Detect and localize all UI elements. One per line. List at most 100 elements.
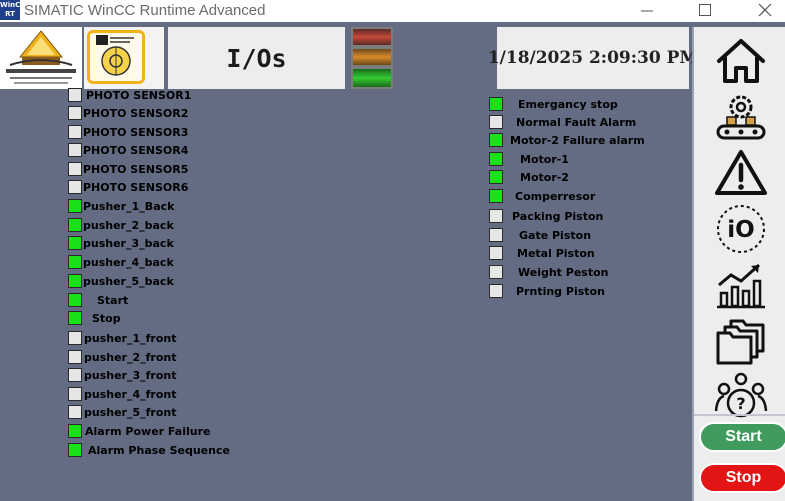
tower-light-green	[353, 69, 391, 87]
io-status-indicator	[489, 246, 503, 260]
io-item: pusher_3_front	[68, 367, 176, 383]
io-status-indicator	[68, 405, 82, 419]
io-label: Gate Piston	[519, 228, 592, 242]
io-item: Start	[68, 292, 128, 308]
io-status-indicator	[489, 133, 503, 147]
io-label: Emergancy stop	[518, 97, 618, 111]
stop-button[interactable]: Stop	[699, 463, 785, 493]
io-label: PHOTO SENSOR4	[83, 143, 189, 157]
io-item: Motor-1	[489, 151, 569, 167]
io-label: Stop	[92, 311, 121, 325]
io-status-indicator	[489, 152, 503, 166]
io-status-indicator	[68, 443, 82, 457]
io-label: pusher_3_back	[83, 236, 174, 250]
home-button[interactable]	[710, 33, 772, 89]
production-button[interactable]	[710, 89, 772, 145]
io-item: Pusher_1_Back	[68, 198, 174, 214]
io-item: pusher_2_back	[68, 217, 174, 233]
io-label: Metal Piston	[517, 246, 595, 260]
io-item: Alarm Power Failure	[68, 423, 210, 439]
minimize-icon	[641, 10, 653, 12]
io-label: PHOTO SENSOR1	[86, 88, 192, 102]
io-label: Packing Piston	[512, 209, 604, 223]
io-label: Normal Fault Alarm	[516, 115, 637, 129]
close-icon	[758, 3, 772, 17]
io-label: PHOTO SENSOR6	[83, 180, 189, 194]
io-status-indicator	[68, 199, 82, 213]
window-title: SIMATIC WinCC Runtime Advanced	[24, 2, 266, 19]
io-status-indicator	[68, 368, 82, 382]
io-item: PHOTO SENSOR5	[68, 161, 188, 177]
io-icon-text: iO	[727, 217, 754, 243]
io-icon: iO	[717, 205, 765, 253]
window-title-bar: WinCC RT SIMATIC WinCC Runtime Advanced	[0, 0, 785, 22]
screen-title: I/Os	[168, 27, 345, 89]
io-status-indicator	[68, 293, 82, 307]
io-label: PHOTO SENSOR5	[83, 162, 189, 176]
io-item: PHOTO SENSOR1	[68, 87, 191, 103]
io-item: Alarm Phase Sequence	[68, 442, 230, 458]
hmi-header: I/Os 1/18/2025 2:09:30 PM	[0, 27, 698, 89]
io-status-indicator	[68, 88, 82, 102]
io-status-indicator	[68, 125, 82, 139]
department-logo	[84, 27, 164, 89]
io-item: Gate Piston	[489, 227, 591, 243]
help-button[interactable]: ?	[710, 369, 772, 425]
io-status-indicator	[68, 387, 82, 401]
io-item: PHOTO SENSOR4	[68, 142, 188, 158]
close-button[interactable]	[745, 0, 785, 20]
files-button[interactable]	[710, 313, 772, 369]
io-label: pusher_3_front	[84, 368, 177, 382]
io-status-indicator	[68, 106, 82, 120]
io-status-indicator	[489, 284, 503, 298]
folders-icon	[716, 319, 765, 365]
io-item: Comperresor	[489, 188, 595, 204]
datetime-display: 1/18/2025 2:09:30 PM	[488, 27, 698, 89]
io-item: pusher_2_front	[68, 349, 176, 365]
io-item: Emergancy stop	[489, 96, 618, 112]
io-item: Normal Fault Alarm	[489, 114, 636, 130]
hmi-screen: I/Os 1/18/2025 2:09:30 PM PHOTO SENSOR1 P…	[0, 22, 785, 501]
io-label: Prnting Piston	[516, 284, 605, 298]
university-logo	[0, 27, 82, 89]
io-status-indicator	[489, 170, 503, 184]
trend-chart-icon	[717, 263, 765, 309]
io-label: Comperresor	[515, 189, 596, 203]
maximize-button[interactable]	[685, 0, 725, 20]
trends-button[interactable]	[710, 257, 772, 313]
app-logo-text: WinCC RT	[0, 1, 26, 18]
wincc-app-logo: WinCC RT	[0, 0, 25, 20]
io-item: PHOTO SENSOR3	[68, 124, 188, 140]
io-label: pusher_4_back	[83, 255, 174, 269]
io-status-indicator	[68, 424, 82, 438]
io-label: Motor-2	[520, 170, 569, 184]
io-label: Pusher_1_Back	[83, 199, 175, 213]
io-label: pusher_5_back	[83, 274, 174, 288]
alarm-warning-icon	[715, 150, 767, 195]
minimize-button[interactable]	[627, 0, 667, 20]
start-button[interactable]: Start	[699, 422, 785, 452]
io-status-indicator	[489, 115, 503, 129]
io-label: Alarm Power Failure	[85, 424, 211, 438]
alarms-button[interactable]	[710, 145, 772, 201]
stack-light-tower	[351, 27, 393, 89]
io-button[interactable]: iO	[710, 201, 772, 257]
io-label: PHOTO SENSOR2	[83, 106, 189, 120]
io-status-indicator	[68, 236, 82, 250]
io-item: pusher_5_back	[68, 273, 174, 289]
io-status-indicator	[68, 218, 82, 232]
io-item: PHOTO SENSOR2	[68, 105, 188, 121]
io-item: Packing Piston	[489, 208, 603, 224]
io-item: Weight Peston	[489, 264, 608, 280]
io-label: Weight Peston	[518, 265, 609, 279]
io-item: pusher_3_back	[68, 235, 174, 251]
io-status-indicator	[68, 331, 82, 345]
io-status-indicator	[489, 209, 503, 223]
io-item: PHOTO SENSOR6	[68, 179, 188, 195]
io-status-indicator	[68, 274, 82, 288]
svg-text:?: ?	[736, 394, 745, 413]
io-label: pusher_2_back	[83, 218, 174, 232]
io-label: PHOTO SENSOR3	[83, 125, 189, 139]
io-label: Motor-1	[520, 152, 569, 166]
io-label: pusher_5_front	[84, 405, 177, 419]
